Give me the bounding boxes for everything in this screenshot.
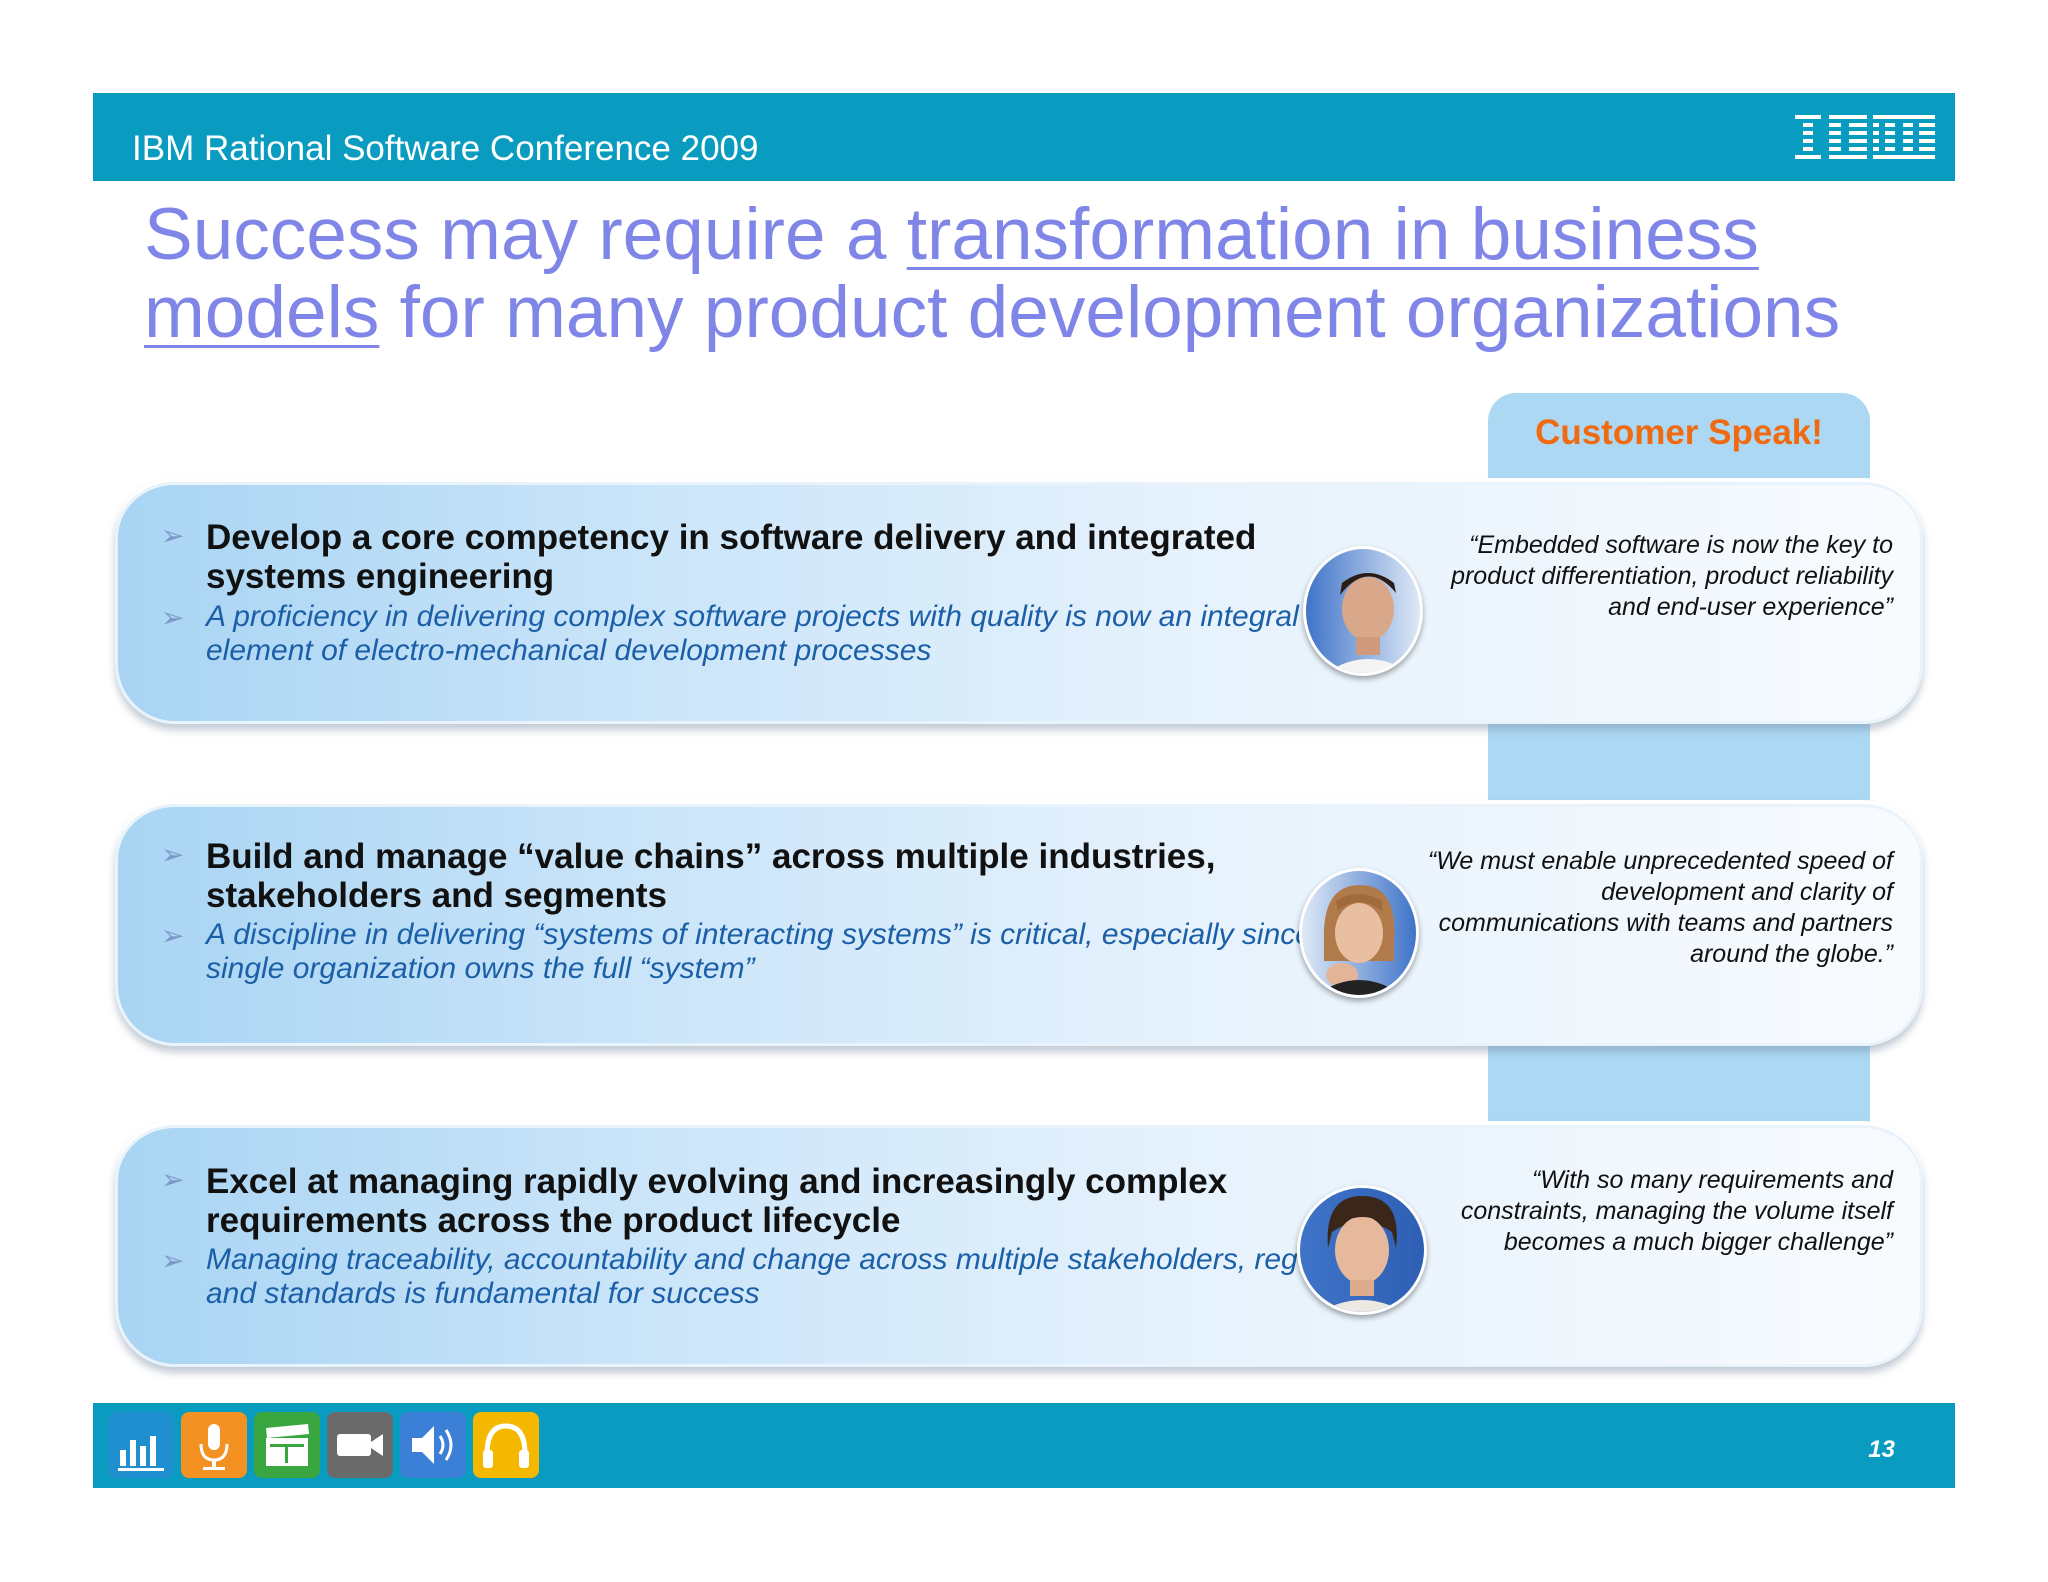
man-portrait-avatar (1303, 546, 1423, 676)
arrow-bullet-icon: ➢ (161, 920, 185, 951)
row-sub-point: A discipline in delivering “systems of i… (206, 918, 1354, 985)
row-main-point: Develop a core competency in software de… (206, 518, 1257, 596)
arrow-bullet-icon: ➢ (161, 602, 185, 633)
customer-quote: “Embedded software is now the key to pro… (1451, 531, 1893, 621)
arrow-bullet-icon: ➢ (161, 520, 185, 551)
arrow-bullet-icon: ➢ (161, 1245, 185, 1276)
row-sub-point: Managing traceability, accountability an… (206, 1243, 1402, 1310)
row-main-point: Excel at managing rapidly evolving and i… (206, 1162, 1228, 1240)
capability-row: ➢ Excel at managing rapidly evolving and… (115, 1121, 1923, 1367)
capability-row: ➢ Build and manage “value chains” across… (115, 800, 1923, 1046)
microphone-icon[interactable] (181, 1412, 247, 1478)
slide: IBM Rational Software Conference 2009 Su… (0, 0, 2048, 1582)
speaker-icon[interactable] (400, 1412, 466, 1478)
header-bar: IBM Rational Software Conference 2009 (93, 93, 1955, 181)
customer-quote: “With so many requirements and constrain… (1460, 1166, 1893, 1256)
row-sub-point: A proficiency in delivering complex soft… (206, 600, 1299, 667)
title-link-1[interactable]: transformation in business (907, 194, 1759, 275)
page-number: 13 (1868, 1436, 1895, 1463)
video-camera-icon[interactable] (327, 1412, 393, 1478)
clapperboard-icon[interactable] (254, 1412, 320, 1478)
title-part-1: Success may require a (144, 194, 907, 275)
title-part-2: for many product development organizatio… (379, 272, 1841, 353)
slide-title: Success may require a transformation in … (144, 196, 1944, 352)
young-man-portrait-avatar (1297, 1185, 1427, 1315)
row-main-point: Build and manage “value chains” across m… (206, 837, 1216, 915)
title-link-2[interactable]: models (144, 272, 379, 353)
woman-portrait-avatar (1299, 868, 1419, 998)
headphones-icon[interactable] (473, 1412, 539, 1478)
footer-bar: 13 (93, 1403, 1955, 1488)
arrow-bullet-icon: ➢ (161, 839, 185, 870)
capability-row: ➢ Develop a core competency in software … (115, 478, 1923, 724)
ibm-logo (1795, 111, 1935, 167)
arrow-bullet-icon: ➢ (161, 1164, 185, 1195)
customer-quote: “We must enable unprecedented speed of d… (1427, 847, 1893, 968)
equalizer-icon[interactable] (108, 1412, 174, 1478)
customer-speak-label: Customer Speak! (1535, 413, 1823, 452)
conference-title: IBM Rational Software Conference 2009 (132, 129, 759, 168)
